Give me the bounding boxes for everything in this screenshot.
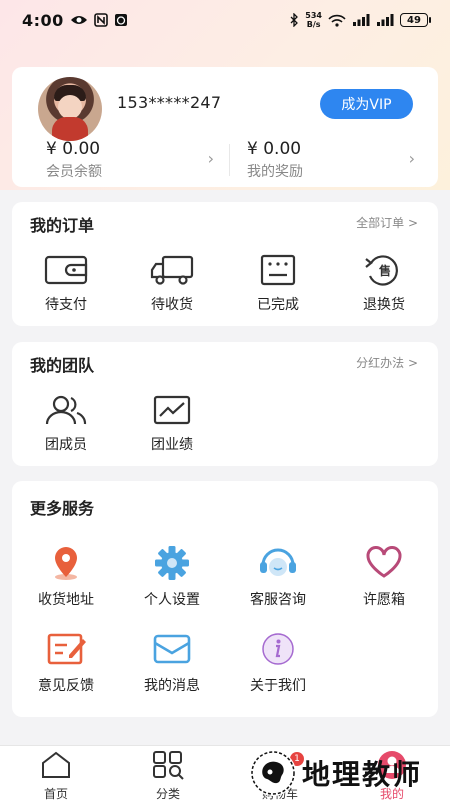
order-returns[interactable]: 售 退换货 xyxy=(344,254,424,314)
team-members[interactable]: 团成员 xyxy=(26,394,106,454)
nav-home-label: 首页 xyxy=(43,787,68,800)
balance-amount: ¥ 0.00 xyxy=(46,139,101,159)
balance-label: 会员余额 xyxy=(46,164,102,180)
service-customer-support[interactable]: 客服咨询 xyxy=(238,545,318,609)
gear-icon xyxy=(132,545,212,585)
battery-indicator: 49 xyxy=(400,13,431,27)
service-about-us[interactable]: 关于我们 xyxy=(238,631,318,695)
members-icon xyxy=(26,394,106,430)
return-icon: 售 xyxy=(344,254,424,290)
team-performance[interactable]: 团业绩 xyxy=(132,394,212,454)
orders-title: 我的订单 xyxy=(30,216,95,235)
status-time: 4:00 xyxy=(22,10,64,30)
heart-icon xyxy=(344,545,424,585)
bluetooth-icon xyxy=(289,13,299,27)
service-wish-box-label: 许愿箱 xyxy=(363,592,405,608)
service-address-label: 收货地址 xyxy=(38,592,94,608)
signal-icon xyxy=(352,14,370,26)
reward-amount: ¥ 0.00 xyxy=(247,139,302,159)
order-completed-label: 已完成 xyxy=(257,297,299,313)
team-title: 我的团队 xyxy=(30,356,95,375)
order-returns-label: 退换货 xyxy=(363,297,405,313)
feedback-icon xyxy=(26,631,106,671)
become-vip-button[interactable]: 成为VIP xyxy=(320,89,413,119)
network-speed-value: 534 xyxy=(305,11,322,20)
eye-icon xyxy=(70,14,88,26)
all-orders-link[interactable]: 全部订单 > xyxy=(356,214,418,231)
home-icon xyxy=(16,750,96,784)
wifi-icon xyxy=(328,14,346,27)
watermark-text: 地理教师 xyxy=(302,758,423,791)
service-feedback[interactable]: 意见反馈 xyxy=(26,631,106,695)
service-settings[interactable]: 个人设置 xyxy=(132,545,212,609)
signal-icon-2 xyxy=(376,14,394,26)
nav-category-label: 分类 xyxy=(155,787,180,800)
order-pending-payment[interactable]: 待支付 xyxy=(26,254,106,314)
service-settings-label: 个人设置 xyxy=(144,592,200,608)
service-customer-support-label: 客服咨询 xyxy=(250,592,306,608)
service-about-us-label: 关于我们 xyxy=(250,678,306,694)
service-wish-box[interactable]: 许愿箱 xyxy=(344,545,424,609)
member-balance[interactable]: ¥ 0.00 会员余额 › xyxy=(46,139,214,180)
watermark-logo xyxy=(250,750,296,796)
truck-icon xyxy=(132,254,212,290)
chevron-right-icon: › xyxy=(207,149,214,168)
nfc-icon xyxy=(93,13,108,27)
order-pending-receipt-label: 待收货 xyxy=(151,297,193,313)
network-speed-unit: B/s xyxy=(306,20,321,29)
dividend-rules-link[interactable]: 分红办法 > xyxy=(356,354,418,371)
avatar[interactable] xyxy=(38,77,102,141)
info-icon xyxy=(238,631,318,671)
svg-text:售: 售 xyxy=(379,263,391,278)
service-messages[interactable]: 我的消息 xyxy=(132,631,212,695)
divider xyxy=(229,144,230,176)
status-bar: 4:00 534 B/s 49 xyxy=(0,0,450,40)
network-speed: 534 B/s xyxy=(305,11,322,29)
services-title: 更多服务 xyxy=(30,499,95,518)
nav-category[interactable]: 分类 xyxy=(128,750,208,800)
order-pending-receipt[interactable]: 待收货 xyxy=(132,254,212,314)
headset-icon xyxy=(238,545,318,585)
service-messages-label: 我的消息 xyxy=(144,678,200,694)
service-feedback-label: 意见反馈 xyxy=(38,678,94,694)
services-card: 更多服务 收货地址 个人设置 客服咨询 许愿箱 意见反馈 我的消息 关于我们 xyxy=(12,481,438,717)
team-card: 我的团队 分红办法 > 团成员 团业绩 xyxy=(12,342,438,466)
my-reward[interactable]: ¥ 0.00 我的奖励 › xyxy=(247,139,415,180)
profile-card: 153*****247 成为VIP ¥ 0.00 会员余额 › ¥ 0.00 我… xyxy=(12,67,438,187)
orders-card: 我的订单 全部订单 > 待支付 待收货 已完成 售 退换货 xyxy=(12,202,438,326)
completed-icon xyxy=(238,254,318,290)
watermark: 地理教师 xyxy=(250,748,422,798)
order-completed[interactable]: 已完成 xyxy=(238,254,318,314)
wallet-icon xyxy=(26,254,106,290)
nav-home[interactable]: 首页 xyxy=(16,750,96,800)
reward-label: 我的奖励 xyxy=(247,164,303,180)
chevron-right-icon: › xyxy=(408,149,415,168)
category-icon xyxy=(128,750,208,784)
service-address[interactable]: 收货地址 xyxy=(26,545,106,609)
order-pending-payment-label: 待支付 xyxy=(45,297,87,313)
message-icon xyxy=(132,631,212,671)
performance-icon xyxy=(132,394,212,430)
team-performance-label: 团业绩 xyxy=(151,437,193,453)
alarm-icon xyxy=(114,13,128,27)
location-icon xyxy=(26,545,106,585)
user-phone: 153*****247 xyxy=(117,93,222,112)
team-members-label: 团成员 xyxy=(45,437,87,453)
